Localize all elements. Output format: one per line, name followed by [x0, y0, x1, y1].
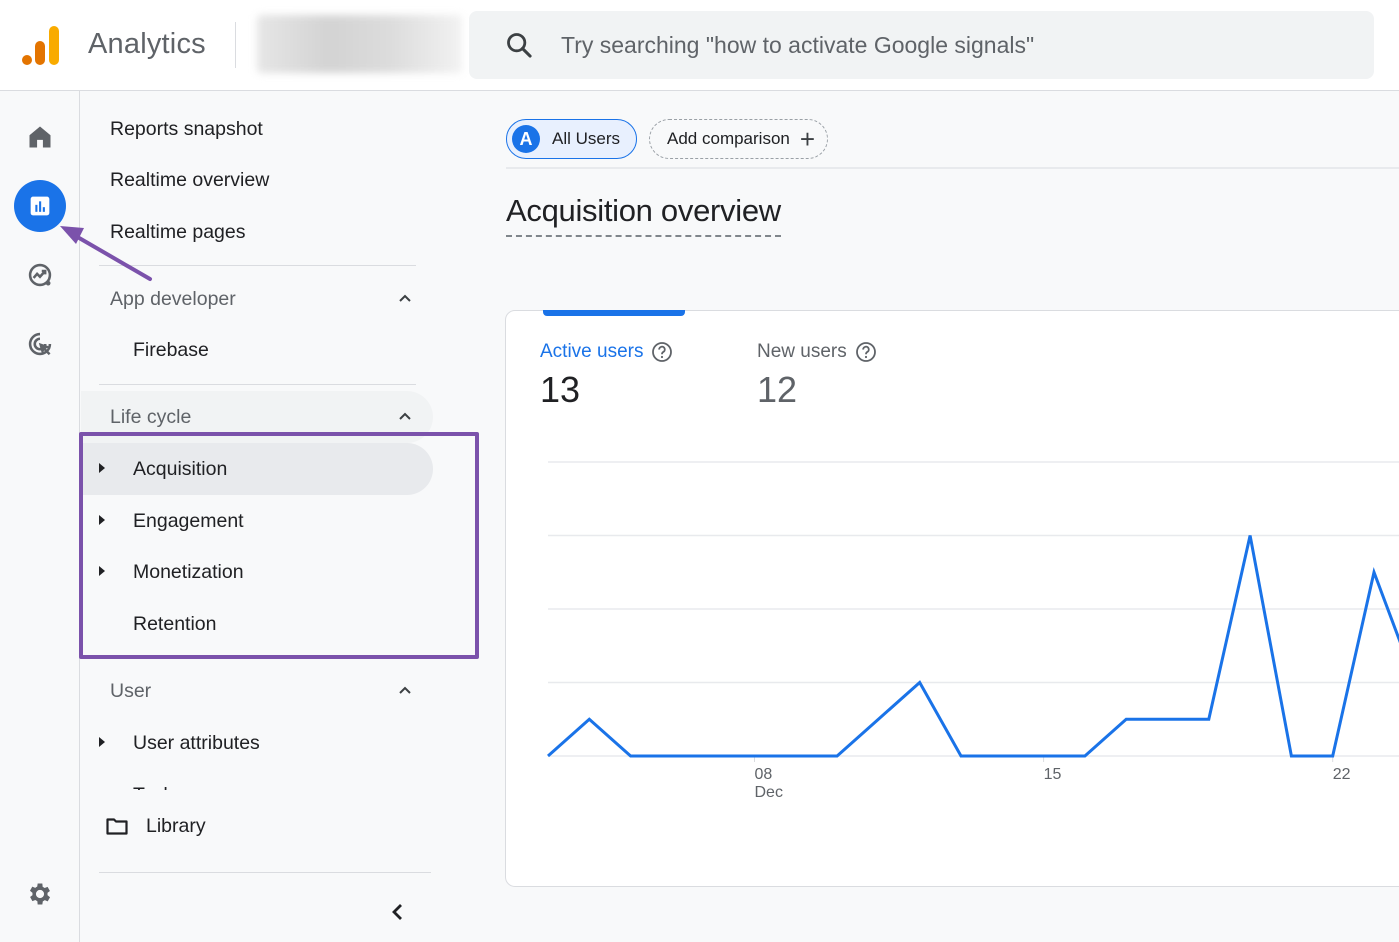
top-bar: Analytics: [0, 0, 1399, 91]
nav-item-user-attributes[interactable]: User attributes: [81, 717, 433, 769]
active-users-line-chart[interactable]: 08Dec 15 22: [506, 311, 1399, 888]
nav-scroll-clip: Tech: [81, 767, 433, 790]
nav-section-title: App developer: [110, 287, 236, 310]
nav-item-realtime-pages[interactable]: Realtime pages: [81, 206, 433, 258]
rail-advertising-button[interactable]: [14, 318, 66, 370]
home-icon: [29, 126, 51, 148]
nav-section-user[interactable]: User: [81, 665, 433, 717]
reports-nav: Reports snapshot Realtime overview Realt…: [81, 91, 481, 942]
expand-caret-icon: [99, 463, 105, 473]
chip-label: All Users: [552, 129, 621, 148]
nav-item-label: Acquisition: [133, 457, 228, 480]
chevron-up-icon: [399, 412, 411, 420]
expand-caret-icon: [99, 737, 105, 747]
all-users-chip[interactable]: A All Users: [506, 119, 638, 159]
gear-icon: [29, 883, 51, 905]
nav-item-label: User attributes: [133, 731, 260, 754]
advertising-icon: [28, 332, 52, 356]
comparison-bar: A All Users Add comparison +: [506, 119, 829, 159]
add-comparison-label: Add comparison: [667, 129, 790, 148]
nav-item-library[interactable]: Library: [81, 800, 433, 852]
analytics-logo-icon[interactable]: [22, 24, 62, 66]
nav-divider: [99, 265, 416, 266]
nav-item-monetization[interactable]: Monetization: [81, 546, 433, 598]
rail-home-button[interactable]: [14, 111, 66, 163]
nav-section-app-developer[interactable]: App developer: [81, 273, 433, 325]
expand-caret-icon: [99, 566, 105, 576]
expand-caret-icon: [99, 515, 105, 525]
search-bar[interactable]: [469, 11, 1374, 79]
nav-item-label: Realtime pages: [110, 220, 246, 243]
nav-item-retention[interactable]: Retention: [81, 598, 433, 650]
bar-chart-icon: [30, 196, 50, 216]
navigation-rail: [0, 91, 80, 942]
x-tick-label: 08: [755, 766, 773, 783]
nav-item-label: Monetization: [133, 560, 244, 583]
nav-item-realtime-overview[interactable]: Realtime overview: [81, 154, 433, 206]
series-line-active-users: [547, 535, 1399, 758]
rail-settings-button[interactable]: [14, 868, 66, 920]
x-tick-sublabel: Dec: [755, 784, 783, 801]
app-name: Analytics: [88, 28, 206, 60]
nav-section-life-cycle[interactable]: Life cycle: [81, 391, 433, 443]
nav-divider: [99, 384, 416, 385]
nav-item-label: Retention: [133, 612, 217, 635]
nav-item-label: Firebase: [133, 338, 209, 361]
nav-item-engagement[interactable]: Engagement: [81, 495, 433, 547]
nav-item-label: Realtime overview: [110, 168, 270, 191]
plus-icon: +: [799, 124, 816, 154]
chevron-up-icon: [399, 686, 411, 694]
chevron-up-icon: [399, 294, 411, 302]
folder-icon: [106, 818, 128, 835]
overview-card: Active users 13 New users 12 08 Dec 15 22: [505, 310, 1399, 887]
nav-item-reports-snapshot[interactable]: Reports snapshot: [81, 103, 433, 155]
search-input[interactable]: [561, 11, 1351, 79]
nav-item-label: Engagement: [133, 509, 244, 532]
page-title[interactable]: Acquisition overview: [506, 193, 781, 237]
explore-icon: [28, 263, 52, 287]
nav-item-label: Library: [146, 814, 206, 837]
x-tick-label: 15: [1044, 766, 1062, 783]
nav-section-title: Life cycle: [110, 405, 192, 428]
nav-item-label: Tech: [133, 784, 174, 790]
nav-item-tech[interactable]: Tech: [81, 767, 433, 790]
main-divider: [506, 167, 1399, 169]
nav-item-acquisition[interactable]: Acquisition: [81, 443, 433, 495]
segment-avatar: A: [512, 125, 540, 153]
nav-section-title: User: [110, 679, 152, 702]
nav-divider: [99, 872, 431, 873]
nav-item-label: Reports snapshot: [110, 117, 263, 140]
add-comparison-button[interactable]: Add comparison +: [649, 119, 829, 159]
nav-item-firebase[interactable]: Firebase: [81, 324, 433, 376]
header-divider: [235, 22, 236, 68]
rail-explore-button[interactable]: [14, 249, 66, 301]
x-tick-label: 22: [1333, 766, 1351, 783]
collapse-nav-chevron-left-icon[interactable]: [381, 896, 413, 928]
account-selector-blurred[interactable]: [257, 15, 462, 73]
search-icon: [507, 33, 532, 58]
rail-reports-button[interactable]: [14, 180, 66, 232]
